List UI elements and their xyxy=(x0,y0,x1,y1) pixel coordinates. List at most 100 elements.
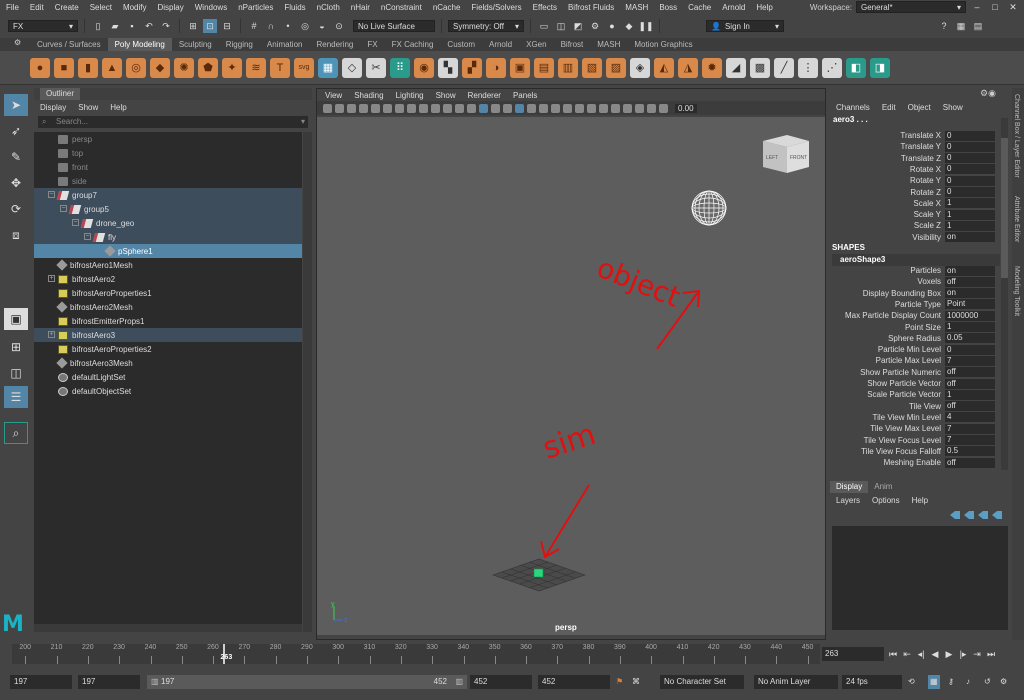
2d-pan-zoom-icon[interactable] xyxy=(371,103,380,113)
snap-surface-icon[interactable]: ◒ xyxy=(315,19,329,33)
scale-tool-icon[interactable]: ⧈ xyxy=(4,224,28,246)
attr-label[interactable]: Particle Type xyxy=(830,300,945,309)
attr-label[interactable]: Sphere Radius xyxy=(830,334,945,343)
current-frame-field[interactable]: 263 xyxy=(822,647,884,661)
snap-view-icon[interactable]: ◎ xyxy=(298,19,312,33)
play-forwards-icon[interactable]: ▶ xyxy=(944,648,954,660)
poly-cone-icon[interactable]: ▲ xyxy=(102,57,122,78)
selected-object-name[interactable]: aero3 . . . xyxy=(830,114,1010,126)
channel-box-menu-channels[interactable]: Channels xyxy=(836,103,870,112)
shelf-tab-curves-surfaces[interactable]: Curves / Surfaces xyxy=(30,38,108,51)
resolution-gate-icon[interactable] xyxy=(419,103,428,113)
attr-label[interactable]: Tile View xyxy=(830,402,945,411)
attr-value-field[interactable]: Point xyxy=(945,299,995,310)
expand-toggle[interactable]: − xyxy=(48,191,55,198)
attr-label[interactable]: Show Particle Vector xyxy=(830,379,945,388)
view-cube[interactable]: LEFT FRONT xyxy=(763,135,809,173)
menu-item-boss[interactable]: Boss xyxy=(659,3,677,12)
uv-editor-icon[interactable]: ◧ xyxy=(846,57,866,78)
poly-torus-icon[interactable]: ◎ xyxy=(126,57,146,78)
select-tool-icon[interactable]: ➤ xyxy=(4,94,28,116)
shelf-tab-custom[interactable]: Custom xyxy=(440,38,482,51)
offset-edge-loop-icon[interactable]: ⋮ xyxy=(798,57,818,78)
attr-value-field[interactable]: on xyxy=(945,232,995,243)
two-view-layout-icon[interactable]: ◫ xyxy=(4,362,28,384)
shelf-tab-rigging[interactable]: Rigging xyxy=(219,38,260,51)
collapse-icon[interactable]: ◮ xyxy=(678,57,698,78)
outliner-item-bifrostemitterprops1[interactable]: bifrostEmitterProps1 xyxy=(34,314,302,328)
attr-value-field[interactable]: off xyxy=(945,276,995,287)
attr-label[interactable]: Point Size xyxy=(830,323,945,332)
poly-sphere-icon[interactable]: ● xyxy=(30,57,50,78)
shelf-tab-rendering[interactable]: Rendering xyxy=(309,38,360,51)
outliner-item-group7[interactable]: − group7 xyxy=(34,188,302,202)
poly-disc-icon[interactable]: ✺ xyxy=(174,57,194,78)
wireframe-on-shaded-icon[interactable] xyxy=(515,103,524,113)
outliner-item-bifrostaero3[interactable]: + bifrostAero3 xyxy=(34,328,302,342)
type-tool-icon[interactable]: T xyxy=(270,57,290,78)
poke-icon[interactable]: ✹ xyxy=(702,57,722,78)
separate-icon[interactable]: ▚ xyxy=(438,57,458,78)
outliner-tab[interactable]: Outliner xyxy=(40,88,81,100)
layer-tab-display[interactable]: Display xyxy=(830,481,869,493)
outliner-item-bifrostaeroproperties2[interactable]: bifrostAeroProperties2 xyxy=(34,342,302,356)
outliner-item-group5[interactable]: − group5 xyxy=(34,202,302,216)
shelf-tab-xgen[interactable]: XGen xyxy=(519,38,553,51)
bevel-icon[interactable]: ▨ xyxy=(606,57,626,78)
attr-value-field[interactable]: 7 xyxy=(945,355,995,366)
viewport-menu-renderer[interactable]: Renderer xyxy=(468,91,501,100)
attr-value-field[interactable]: 1 xyxy=(945,389,995,400)
menuset-dropdown[interactable]: FX ▾ xyxy=(8,20,78,32)
symmetry-dropdown[interactable]: Symmetry: Off ▾ xyxy=(448,20,524,32)
channel-box-settings-icon[interactable]: ⚙◉ xyxy=(980,88,996,99)
attr-value-field[interactable]: 7 xyxy=(945,423,995,434)
viewport-canvas[interactable]: LEFT FRONT object sim y z persp xyxy=(317,117,825,635)
sound-icon[interactable]: ♪ xyxy=(966,675,970,689)
shelf-tab-fx[interactable]: FX xyxy=(360,38,384,51)
minimize-icon[interactable]: – xyxy=(970,0,984,14)
gate-mask-icon[interactable] xyxy=(431,103,440,113)
outliner-item-psphere1[interactable]: pSphere1 xyxy=(34,244,302,258)
outliner-item-side[interactable]: side xyxy=(34,174,302,188)
menu-item-nparticles[interactable]: nParticles xyxy=(238,3,273,12)
menu-item-ncache[interactable]: nCache xyxy=(433,3,461,12)
attr-value-field[interactable]: 0 xyxy=(945,164,995,175)
outliner-menu-show[interactable]: Show xyxy=(78,103,98,112)
outliner-menu-help[interactable]: Help xyxy=(110,103,126,112)
shelf-tab-animation[interactable]: Animation xyxy=(260,38,310,51)
arnold-render-icon[interactable]: ◆ xyxy=(622,19,636,33)
shelf-tab-sculpting[interactable]: Sculpting xyxy=(172,38,219,51)
side-tab-attribute-editor[interactable]: Attribute Editor xyxy=(1013,196,1020,242)
image-plane-icon[interactable] xyxy=(359,103,368,113)
new-empty-layer-icon[interactable] xyxy=(978,511,988,519)
outliner-item-fly[interactable]: − fly xyxy=(34,230,302,244)
bridge-icon[interactable]: ▧ xyxy=(582,57,602,78)
quad-draw-icon[interactable]: ⠿ xyxy=(390,57,410,78)
exposure-field[interactable]: 0.00 xyxy=(675,103,697,113)
attr-value-field[interactable]: 0 xyxy=(945,141,995,152)
maximize-icon[interactable]: □ xyxy=(988,0,1002,14)
attr-value-field[interactable]: 0.5 xyxy=(945,446,995,457)
menu-item-create[interactable]: Create xyxy=(55,3,79,12)
select-camera-icon[interactable] xyxy=(323,103,332,113)
platonic-solid-icon[interactable]: ⬟ xyxy=(198,57,218,78)
menu-item-help[interactable]: Help xyxy=(756,3,772,12)
attr-value-field[interactable]: on xyxy=(945,288,995,299)
menu-item-fluids[interactable]: Fluids xyxy=(284,3,305,12)
attr-label[interactable]: Scale Z xyxy=(830,221,945,230)
live-surface-icon[interactable]: ⊙ xyxy=(332,19,346,33)
menu-item-effects[interactable]: Effects xyxy=(533,3,557,12)
unfold-icon[interactable]: ◨ xyxy=(870,57,890,78)
side-tab-modeling-toolkit[interactable]: Modeling Toolkit xyxy=(1013,266,1020,316)
svg-tool-icon[interactable]: svg xyxy=(294,57,314,78)
outliner-item-bifrostaero3mesh[interactable]: bifrostAero3Mesh xyxy=(34,356,302,370)
shelf-tab-fx-caching[interactable]: FX Caching xyxy=(385,38,441,51)
channel-box-menu-object[interactable]: Object xyxy=(908,103,931,112)
ipr-render-icon[interactable]: ◩ xyxy=(571,19,585,33)
attr-label[interactable]: Particle Min Level xyxy=(830,345,945,354)
target-weld-icon[interactable]: ⋰ xyxy=(822,57,842,78)
menu-item-mash[interactable]: MASH xyxy=(625,3,648,12)
open-scene-icon[interactable]: ▰ xyxy=(108,19,122,33)
layer-tab-anim[interactable]: Anim xyxy=(868,481,898,493)
step-forward-frame-icon[interactable]: |▸ xyxy=(958,648,968,660)
